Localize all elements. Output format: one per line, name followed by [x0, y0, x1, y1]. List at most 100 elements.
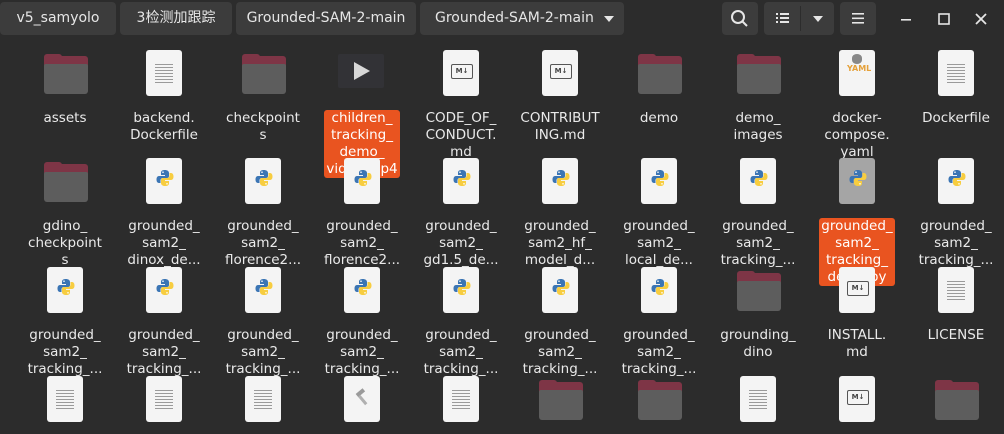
folder-icon	[734, 50, 782, 100]
file-label-text: demo	[639, 110, 679, 126]
text-file-icon	[932, 267, 980, 317]
tab-grounded-sam-2-main[interactable]: Grounded-SAM-2-main	[236, 2, 416, 35]
search-icon	[731, 10, 748, 27]
tab-grounded-sam-2-main-current[interactable]: Grounded-SAM-2-main	[420, 2, 624, 35]
python-file-icon	[536, 158, 584, 208]
file-label-text: CONTRIBUT ING.md	[520, 110, 600, 143]
file-label-text: LICENSE	[927, 327, 985, 343]
hamburger-menu-icon	[852, 13, 864, 24]
file-label-text: gdino_ checkpoint s	[28, 218, 102, 268]
file-label: grounded_ sam2_ local_de...	[609, 218, 709, 269]
python-file-icon	[338, 158, 386, 208]
folder-icon	[635, 376, 683, 426]
file-label-text: grounded_ sam2_ florence2...	[323, 218, 401, 268]
file-label: gdino_ checkpoint s	[15, 218, 115, 269]
file-label-text: grounded_ sam2_ tracking_...	[225, 327, 301, 377]
tab-3-detect-track[interactable]: 3检测加跟踪	[120, 2, 232, 35]
file-label: grounded_ sam2_hf_ model_d...	[510, 218, 610, 269]
file-label-text: grounded_ sam2_ tracking_...	[423, 327, 499, 377]
file-label: backend. Dockerfile	[114, 110, 214, 144]
file-label: grounded_ sam2_ tracking_...	[312, 327, 412, 378]
text-file-icon	[41, 376, 89, 426]
python-file-icon	[338, 267, 386, 317]
file-label-text: grounded_ sam2_ tracking_...	[126, 327, 202, 377]
header-bar: v5_samyolo 3检测加跟踪 Grounded-SAM-2-main Gr…	[0, 0, 1004, 38]
python-file-icon	[635, 158, 683, 208]
file-label: assets	[15, 110, 115, 127]
minimize-icon[interactable]	[895, 8, 917, 30]
file-label-text: grounded_ sam2_ tracking_...	[621, 327, 697, 377]
file-label: grounded_ sam2_ tracking_...	[510, 327, 610, 378]
file-label-text: grounded_ sam2_ tracking_...	[918, 218, 994, 268]
chevron-down-icon	[604, 16, 614, 22]
markdown-file-icon: M↓	[833, 376, 881, 426]
file-label: checkpoint s	[213, 110, 313, 144]
file-label: docker- compose. yaml	[807, 110, 907, 161]
search-button[interactable]	[722, 2, 758, 35]
file-label-text: grounded_ sam2_ tracking_...	[522, 327, 598, 377]
file-label: Dockerfile	[906, 110, 1004, 127]
text-file-icon	[140, 376, 188, 426]
python-file-icon	[734, 158, 782, 208]
file-label: grounded_ sam2_ tracking_...	[708, 218, 808, 269]
file-label: INSTALL. md	[807, 327, 907, 361]
main-menu-button[interactable]	[840, 2, 876, 35]
file-label-text: grounded_ sam2_ gd1.5_de...	[423, 218, 499, 268]
makefile-icon	[338, 376, 386, 426]
markdown-file-icon: M↓	[536, 50, 584, 100]
close-icon[interactable]	[970, 8, 992, 30]
file-label-text: grounded_ sam2_ florence2...	[224, 218, 302, 268]
file-label: grounded_ sam2_ tracking_...	[609, 327, 709, 378]
folder-icon	[734, 267, 782, 317]
file-grid-view[interactable]: assets backend. Dockerfile checkpoint s chi…	[0, 38, 1004, 434]
markdown-file-icon: M↓	[833, 267, 881, 317]
folder-icon	[536, 376, 584, 426]
file-label: grounded_ sam2_ dinox_de...	[114, 218, 214, 269]
python-file-icon	[833, 158, 881, 208]
python-file-icon	[140, 158, 188, 208]
file-label: demo_ images	[708, 110, 808, 144]
file-label-text: grounded_ sam2_ tracking_...	[324, 327, 400, 377]
python-file-icon	[41, 267, 89, 317]
file-label: CODE_OF_ CONDUCT. md	[411, 110, 511, 161]
folder-icon	[239, 50, 287, 100]
list-view-button[interactable]	[764, 2, 834, 35]
folder-icon	[635, 50, 683, 100]
python-file-icon	[635, 267, 683, 317]
file-label: grounded_ sam2_ tracking_...	[411, 327, 511, 378]
file-label-text: grounded_ sam2_ tracking_...	[720, 218, 796, 268]
current-folder-label: Grounded-SAM-2-main	[435, 10, 594, 26]
yaml-file-icon: YAML	[833, 50, 881, 100]
chevron-down-icon[interactable]	[802, 2, 834, 35]
file-label: grounded_ sam2_ tracking_...	[15, 327, 115, 378]
folder-icon	[41, 50, 89, 100]
file-label: grounded_ sam2_ gd1.5_de...	[411, 218, 511, 269]
file-label: grounded_ sam2_ florence2...	[312, 218, 412, 269]
file-label-text: grounded_ sam2_hf_ model_d...	[524, 218, 596, 268]
file-label-text: docker- compose. yaml	[824, 110, 890, 160]
file-label: LICENSE	[906, 327, 1004, 344]
file-label-text: grounded_ sam2_ dinox_de...	[127, 218, 201, 268]
markdown-file-icon: M↓	[437, 50, 485, 100]
file-label-text: backend. Dockerfile	[130, 110, 198, 143]
file-label: grounded_ sam2_ tracking_...	[906, 218, 1004, 269]
python-file-icon	[536, 267, 584, 317]
video-file-icon	[338, 50, 386, 100]
file-label-text: CODE_OF_ CONDUCT. md	[425, 110, 497, 160]
text-file-icon	[239, 376, 287, 426]
file-label-text: grounding_ dino	[720, 327, 796, 360]
python-file-icon	[239, 158, 287, 208]
text-file-icon	[932, 50, 980, 100]
tab-v5-samyolo[interactable]: v5_samyolo	[0, 2, 116, 35]
file-label-text: checkpoint s	[226, 110, 300, 143]
file-label: grounded_ sam2_ tracking_...	[213, 327, 313, 378]
file-label: grounding_ dino	[708, 327, 808, 361]
python-file-icon	[932, 158, 980, 208]
python-file-icon	[437, 267, 485, 317]
folder-icon	[41, 158, 89, 208]
python-file-icon	[140, 267, 188, 317]
maximize-icon[interactable]	[933, 8, 955, 30]
file-label: CONTRIBUT ING.md	[510, 110, 610, 144]
text-file-icon	[734, 376, 782, 426]
list-view-icon	[776, 13, 789, 23]
